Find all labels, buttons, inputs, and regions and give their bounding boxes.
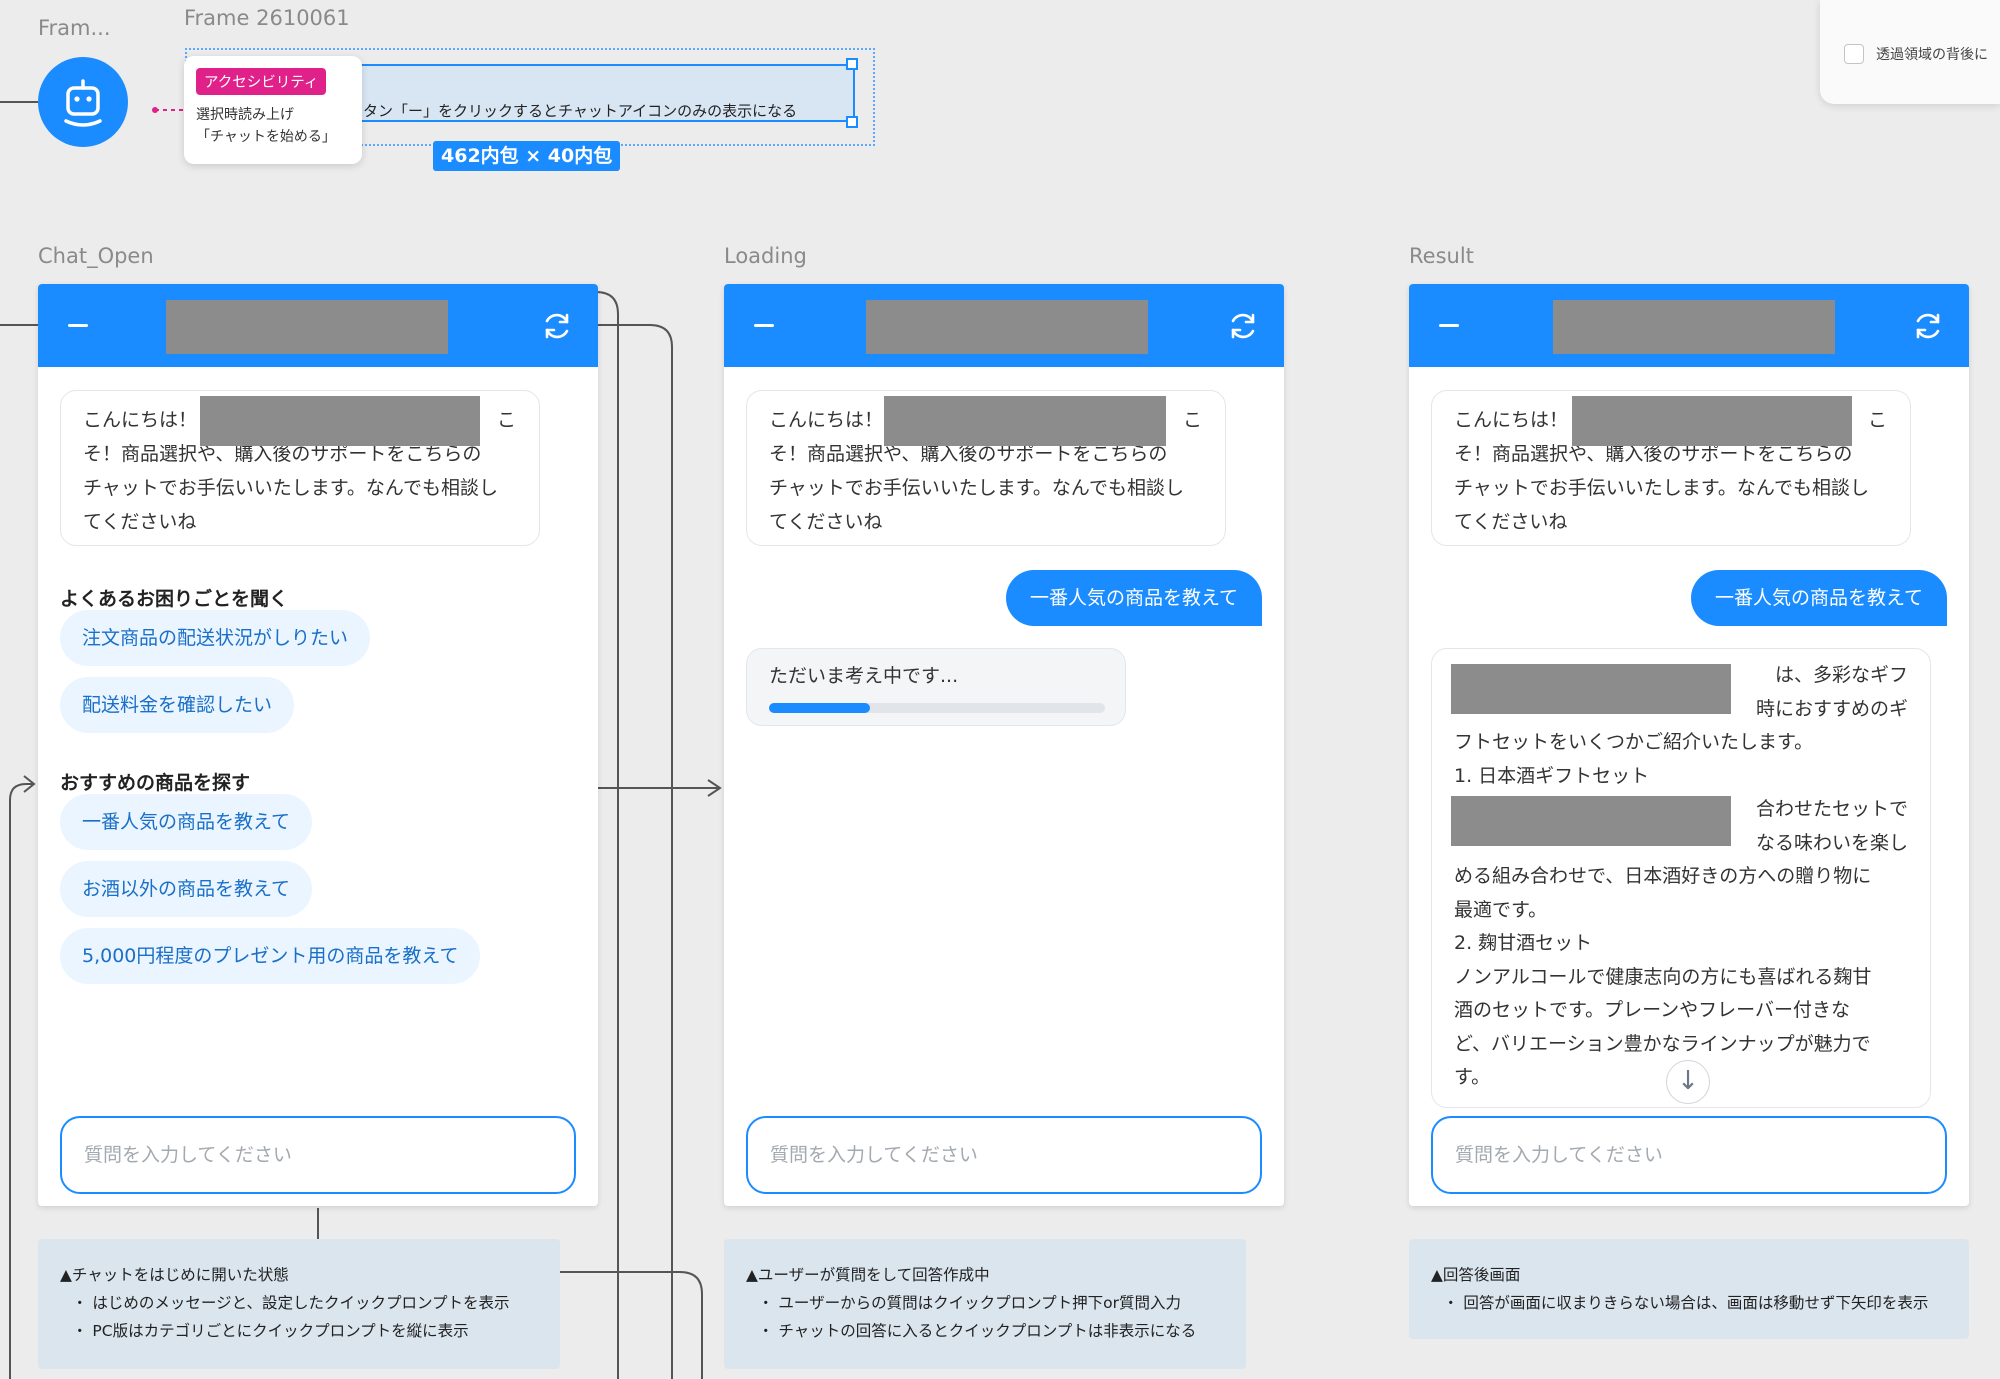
frame-label-loading: Loading [724, 244, 807, 268]
welcome-line-1: こんにちは！ [83, 409, 198, 431]
answer-line-8: 最適です。 [1454, 898, 1548, 921]
refresh-icon[interactable] [1227, 310, 1259, 342]
transparent-area-label: 透過領域の背後に [1876, 47, 1988, 63]
minimize-icon[interactable] [68, 324, 88, 327]
arrow-down-icon[interactable]: ↓ [1666, 1060, 1710, 1104]
user-message: 一番人気の商品を教えて [1005, 570, 1262, 626]
question-input[interactable]: 質問を入力してください [1431, 1116, 1947, 1194]
resize-handle-bottom-right[interactable] [846, 116, 858, 128]
resize-handle-top-right[interactable] [846, 58, 858, 70]
chat-header [724, 284, 1284, 367]
question-input[interactable]: 質問を入力してください [746, 1116, 1262, 1194]
welcome-line-4: てくださいね [83, 511, 197, 533]
quick-prompt-shipping-fee[interactable]: 配送料金を確認したい [60, 677, 295, 733]
welcome-line-4: てくださいね [1454, 511, 1568, 533]
redaction-box [200, 396, 480, 446]
note-title: ▲チャットをはじめに開いた状態 [60, 1266, 289, 1284]
welcome-line-1-tail: こ [1183, 409, 1203, 431]
question-input[interactable]: 質問を入力してください [60, 1116, 576, 1194]
redacted-title [166, 300, 448, 354]
tooltip-line-1: 選択時読み上げ [196, 107, 294, 123]
minimize-icon[interactable] [754, 324, 774, 327]
selected-text-layer[interactable]: タン「ー」をクリックするとチャットアイコンのみの表示になる [295, 64, 855, 122]
welcome-line-1-tail: こ [497, 409, 517, 431]
accessibility-tooltip: アクセシビリティ 選択時読み上げ 「チャットを始める」 [184, 56, 362, 164]
loading-text: ただいま考え中です... [769, 665, 959, 687]
selected-text: タン「ー」をクリックするとチャットアイコンのみの表示になる [363, 102, 798, 120]
chat-launcher-button[interactable] [38, 57, 128, 147]
robot-icon [64, 79, 102, 127]
minimize-icon[interactable] [1439, 324, 1459, 327]
redaction-box [1572, 396, 1852, 446]
note-item: ・ 回答が画面に収まりきらない場合は、画面は移動せず下矢印を表示 [1443, 1294, 1929, 1312]
tooltip-line-2: 「チャットを始める」 [196, 129, 336, 145]
loading-message: ただいま考え中です... [746, 648, 1126, 726]
frame-label-small: Fram... [38, 16, 111, 40]
note-item: ・ ユーザーからの質問はクイックプロンプト押下or質問入力 [758, 1294, 1182, 1312]
welcome-line-1-tail: こ [1868, 409, 1888, 431]
redaction-box [884, 396, 1166, 446]
chat-header [38, 284, 598, 367]
dimension-badge: 462内包 × 40内包 [433, 141, 621, 171]
welcome-line-1: こんにちは！ [1454, 409, 1569, 431]
quick-prompt-non-alcohol[interactable]: お酒以外の商品を教えて [60, 861, 313, 917]
chat-header [1409, 284, 1969, 367]
answer-line-7: める組み合わせで、日本酒好きの方への贈り物に [1454, 865, 1872, 887]
welcome-line-3: チャットでお手伝いいたします。なんでも相談し [83, 477, 498, 499]
note-loading: ▲ユーザーが質問をして回答作成中 ・ ユーザーからの質問はクイックプロンプト押下… [724, 1239, 1246, 1369]
user-message: 一番人気の商品を教えて [1690, 570, 1947, 626]
welcome-line-3: チャットでお手伝いいたします。なんでも相談し [769, 477, 1184, 499]
welcome-line-1: こんにちは！ [769, 409, 884, 431]
redacted-title [866, 300, 1148, 354]
note-item: ・ チャットの回答に入るとクイックプロンプトは非表示になる [758, 1322, 1197, 1340]
loading-progress-fill [769, 703, 870, 713]
redaction-box [1451, 664, 1731, 714]
note-title: ▲ユーザーが質問をして回答作成中 [746, 1266, 990, 1284]
loading-progress-bar [769, 703, 1105, 713]
refresh-icon[interactable] [1912, 310, 1944, 342]
welcome-line-4: てくださいね [769, 511, 883, 533]
answer-line-9: 2. 麹甘酒セット [1454, 932, 1593, 954]
properties-panel: 透過領域の背後に [1820, 0, 2000, 104]
transparent-area-checkbox[interactable] [1844, 44, 1864, 64]
quick-prompt-most-popular[interactable]: 一番人気の商品を教えて [60, 794, 313, 850]
note-item: ・ PC版はカテゴリごとにクイックプロンプトを縦に表示 [72, 1322, 469, 1340]
answer-line-3: フトセットをいくつかご紹介いたします。 [1454, 731, 1814, 753]
answer-message: は、多彩なギフ 時におすすめのギ フトセットをいくつかご紹介いたします。 1. … [1431, 648, 1931, 1108]
chat-panel-loading: こんにちは！ こ そ！商品選択や、購入後のサポートをこちらの チャットでお手伝い… [724, 284, 1284, 1206]
redaction-box [1451, 796, 1731, 846]
accessibility-tag: アクセシビリティ [196, 68, 327, 95]
quick-prompt-gift-5000[interactable]: 5,000円程度のプレゼント用の商品を教えて [60, 928, 481, 984]
frame-label: Frame 2610061 [184, 6, 350, 30]
answer-line-12: ど、バリエーション豊かなラインナップが魅力で [1454, 1032, 1871, 1055]
note-title: ▲回答後画面 [1431, 1266, 1521, 1284]
frame-label-chat-open: Chat_Open [38, 244, 154, 268]
answer-line-4: 1. 日本酒ギフトセット [1454, 764, 1650, 787]
welcome-line-3: チャットでお手伝いいたします。なんでも相談し [1454, 477, 1869, 499]
note-result: ▲回答後画面 ・ 回答が画面に収まりきらない場合は、画面は移動せず下矢印を表示 [1409, 1239, 1969, 1339]
frame-label-result: Result [1409, 244, 1474, 268]
redacted-title [1553, 300, 1835, 354]
refresh-icon[interactable] [541, 310, 573, 342]
section-title-faq: よくあるお困りごとを聞く [60, 588, 289, 610]
note-chat-open: ▲チャットをはじめに開いた状態 ・ はじめのメッセージと、設定したクイックプロン… [38, 1239, 560, 1369]
answer-line-10: ノンアルコールで健康志向の方にも喜ばれる麹甘 [1454, 965, 1872, 988]
quick-prompt-delivery-status[interactable]: 注文商品の配送状況がしりたい [60, 610, 371, 666]
note-item: ・ はじめのメッセージと、設定したクイックプロンプトを表示 [72, 1294, 510, 1312]
answer-line-11: 酒のセットです。プレーンやフレーバー付きな [1454, 999, 1850, 1021]
section-title-recommend: おすすめの商品を探す [60, 772, 251, 794]
chat-panel-open: こんにちは！ こ そ！商品選択や、購入後のサポートをこちらの チャットでお手伝い… [38, 284, 598, 1206]
